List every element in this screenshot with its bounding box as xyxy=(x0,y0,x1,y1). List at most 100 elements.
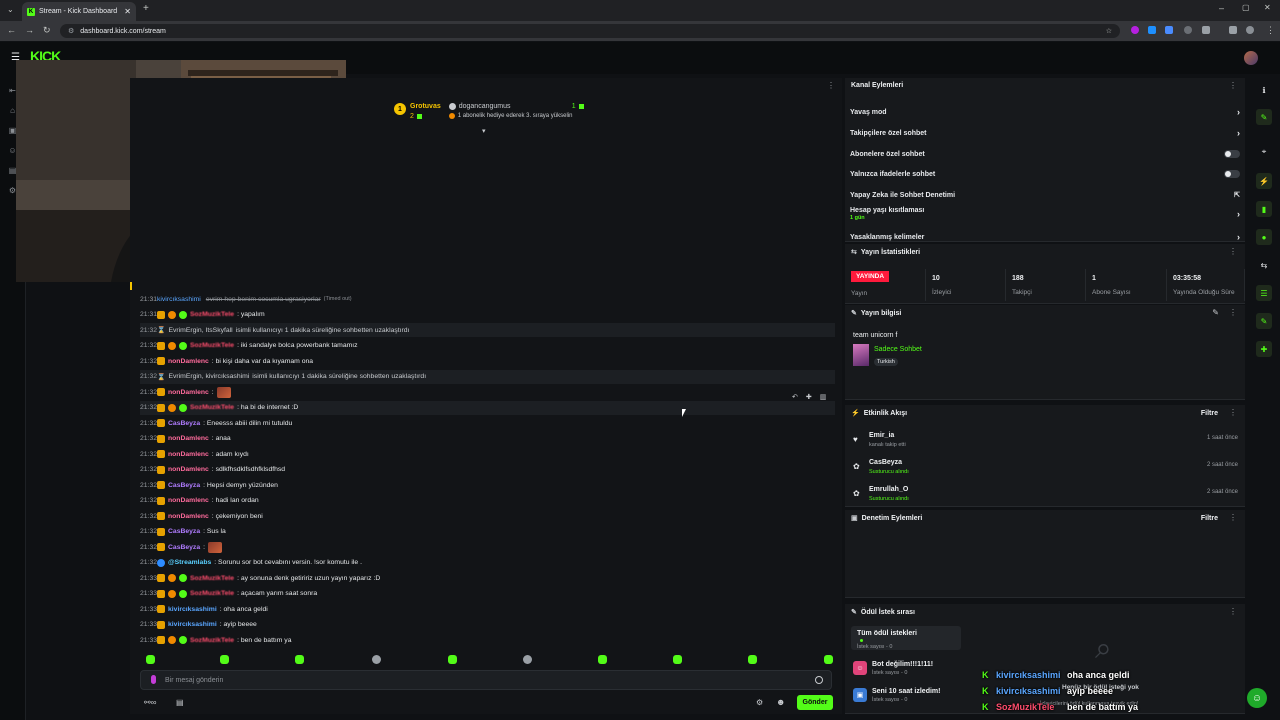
chat-message[interactable]: 21:32 @Streamlabs: Sorunu sor bot cevabın… xyxy=(140,556,835,570)
quick-emote-icon[interactable] xyxy=(448,655,457,664)
reload-icon[interactable]: ↻ xyxy=(43,25,51,36)
chat-username[interactable]: SozMuzikTele xyxy=(190,575,234,582)
activity-user[interactable]: Emir_ia xyxy=(869,432,894,439)
channel-action-1[interactable]: Takipçilere özel sohbet › xyxy=(850,123,1240,143)
profile-icon[interactable] xyxy=(1246,26,1254,34)
chat-username[interactable]: nonDamlenc xyxy=(168,358,209,365)
chat-message[interactable]: 21:31 SozMuzikTele: yapalım xyxy=(140,308,835,322)
emoji-icon[interactable] xyxy=(815,676,823,684)
chat-username[interactable]: nonDamlenc xyxy=(168,466,209,473)
toggle-switch[interactable] xyxy=(1224,150,1240,158)
chat-message[interactable]: 21:32 CasBeyza: Hepsi demyn yüzünden xyxy=(140,478,835,492)
activity-user[interactable]: Emrullah_O xyxy=(869,486,908,493)
activity-feed-menu-icon[interactable]: ⋮ xyxy=(1229,408,1237,417)
quick-emote-icon[interactable] xyxy=(295,655,304,664)
top-chatter-name[interactable]: Grotuvas xyxy=(410,103,441,110)
send-button[interactable]: Gönder xyxy=(797,695,833,710)
channel-action-4[interactable]: Yapay Zeka ile Sohbet Denetimi ⇱ xyxy=(850,185,1240,205)
chevron-right-icon[interactable]: › xyxy=(1237,232,1240,242)
quick-emote-icon[interactable] xyxy=(146,655,155,664)
chat-message[interactable]: 21:33 kivircıksashimi: oha anca geldi xyxy=(140,602,835,616)
activity-item[interactable]: ✿ CasBeyza Susturucu alındı 2 saat önce xyxy=(850,456,1240,482)
quick-emote-icon[interactable] xyxy=(523,655,532,664)
address-bar[interactable]: ⚙ dashboard.kick.com/stream ☆ xyxy=(60,24,1120,38)
chat-username[interactable]: SozMuzikTele xyxy=(190,637,234,644)
chat-message[interactable]: 21:32 nonDamlenc: anaa xyxy=(140,432,835,446)
edit-stream-info-icon[interactable]: ✎ xyxy=(1212,308,1219,317)
channel-action-3[interactable]: Yalnızca ifadelerle sohbet xyxy=(850,164,1240,184)
edit-layout-icon[interactable]: ✎ xyxy=(1256,109,1272,125)
stats-toggle-icon[interactable]: ⇆ xyxy=(1256,257,1272,273)
activity-item[interactable]: ♥ Emir_ia kanalı takip etti 1 saat önce xyxy=(850,429,1240,455)
chat-message[interactable]: 21:33 SozMuzikTele: ben de battım ya xyxy=(140,633,835,647)
reward-item[interactable]: ☺ Bot değilim!!!1!11! İstek sayısı - 0 xyxy=(853,656,963,680)
quick-emote-icon[interactable] xyxy=(372,655,381,664)
chevron-right-icon[interactable]: › xyxy=(1237,107,1240,117)
chat-username[interactable]: CasBeyza xyxy=(168,544,200,551)
toggle-switch[interactable] xyxy=(1224,170,1240,178)
list-icon[interactable]: ☰ xyxy=(1256,285,1272,301)
chat-username[interactable]: nonDamlenc xyxy=(168,389,209,396)
gift-toggle-icon[interactable]: ✚ xyxy=(1256,341,1272,357)
help-button[interactable]: ☺ xyxy=(1247,688,1267,708)
chat-message[interactable]: 21:33 SozMuzikTele: ay sonuna denk getiri… xyxy=(140,571,835,585)
stream-category[interactable]: Sadece Sohbet xyxy=(874,346,922,353)
chat-options-icon[interactable]: ⋮ xyxy=(827,81,835,90)
chat-message[interactable]: 21:32 nonDamlenc: sdlkfhsdklfsdhfklsdfhsd xyxy=(140,463,835,477)
chevron-right-icon[interactable]: › xyxy=(1237,128,1240,138)
channel-actions-menu-icon[interactable]: ⋮ xyxy=(1229,81,1237,90)
info-icon[interactable]: ℹ xyxy=(1256,82,1272,98)
extension-icon[interactable] xyxy=(1148,26,1156,34)
avatar[interactable] xyxy=(1244,51,1258,65)
emote-picker-icon[interactable]: ☻ xyxy=(776,697,785,707)
extensions-puzzle-icon[interactable] xyxy=(1202,26,1210,34)
channel-action-2[interactable]: Abonelere özel sohbet xyxy=(850,144,1240,164)
chat-message[interactable]: 21:31 kivircıksashimi evrim hep benim cocu… xyxy=(140,292,835,306)
chat-bubble-icon[interactable]: ● xyxy=(1256,229,1272,245)
quick-emote-icon[interactable] xyxy=(598,655,607,664)
chat-tools-icon[interactable]: ⚯∞ xyxy=(144,698,156,707)
chat-username[interactable]: kivircıksashimi xyxy=(168,606,217,613)
chat-username[interactable]: @Streamlabs xyxy=(168,559,211,566)
extension-icon[interactable] xyxy=(1165,26,1173,34)
pin-icon[interactable]: ✚ xyxy=(806,393,812,401)
clipboard-icon[interactable]: ▤ xyxy=(176,698,184,707)
wrench-toggle-icon[interactable]: ✎ xyxy=(1256,313,1272,329)
chat-message[interactable]: 21:32 nonDamlenc: bi kişi daha var da kıy… xyxy=(140,354,835,368)
activity-user[interactable]: CasBeyza xyxy=(869,459,902,466)
chat-message[interactable]: 21:32 ⌛ EvrimErgin, ItsSkyfall isimli kull… xyxy=(140,323,835,337)
bookmark-star-icon[interactable]: ☆ xyxy=(1106,27,1112,35)
chat-message[interactable]: 21:32 CasBeyza: Sus la xyxy=(140,525,835,539)
microphone-icon[interactable] xyxy=(151,675,156,684)
maximize-icon[interactable]: ▢ xyxy=(1242,3,1250,12)
chat-message[interactable]: 21:32 SozMuzikTele: iki sandalye bolca po… xyxy=(140,339,835,353)
chat-username[interactable]: nonDamlenc xyxy=(168,513,209,520)
quick-emote-icon[interactable] xyxy=(220,655,229,664)
chat-message[interactable]: 21:32 ⌛ EvrimErgin, kivircıksashimi isimli… xyxy=(140,369,835,384)
browser-menu-icon[interactable]: ⋮ xyxy=(1266,25,1275,36)
chat-message[interactable]: 21:33 kivircıksashimi: ayip beeee xyxy=(140,618,835,632)
chat-username[interactable]: SozMuzikTele xyxy=(190,590,234,597)
chat-message[interactable]: 21:32 CasBeyza: Eneesss abiii dilin mi tu… xyxy=(140,416,835,430)
close-tab-icon[interactable]: ✕ xyxy=(124,7,131,16)
chat-username[interactable]: nonDamlenc xyxy=(168,435,209,442)
chat-username[interactable]: CasBeyza xyxy=(168,528,200,535)
new-tab-icon[interactable]: + xyxy=(143,3,149,14)
second-chatter-name[interactable]: dogancangumus xyxy=(459,103,569,110)
extension-icon[interactable] xyxy=(1131,26,1139,34)
activity-filter-button[interactable]: Filtre xyxy=(1201,410,1218,417)
minimize-icon[interactable]: – xyxy=(1219,3,1224,13)
chat-username[interactable]: nonDamlenc xyxy=(168,497,209,504)
extension-icon[interactable] xyxy=(1184,26,1192,34)
chat-username[interactable]: SozMuzikTele xyxy=(190,404,234,411)
quick-emote-icon[interactable] xyxy=(824,655,833,664)
chat-username[interactable]: kivircıksashimi xyxy=(168,621,217,628)
tab-list-icon[interactable]: ⌄ xyxy=(7,5,14,14)
external-link-icon[interactable]: ⇱ xyxy=(1234,191,1240,199)
chat-username[interactable]: nonDamlenc xyxy=(168,451,209,458)
expand-leaderboard-icon[interactable]: ▾ xyxy=(482,127,486,135)
chat-message[interactable]: 21:32 nonDamlenc: çekemiyon beni xyxy=(140,509,835,523)
channel-action-5[interactable]: Hesap yaşı kısıtlaması 1 gün › xyxy=(850,204,1240,224)
chat-username[interactable]: kivircıksashimi xyxy=(157,296,201,303)
chat-settings-icon[interactable]: ⚙ xyxy=(756,698,763,707)
